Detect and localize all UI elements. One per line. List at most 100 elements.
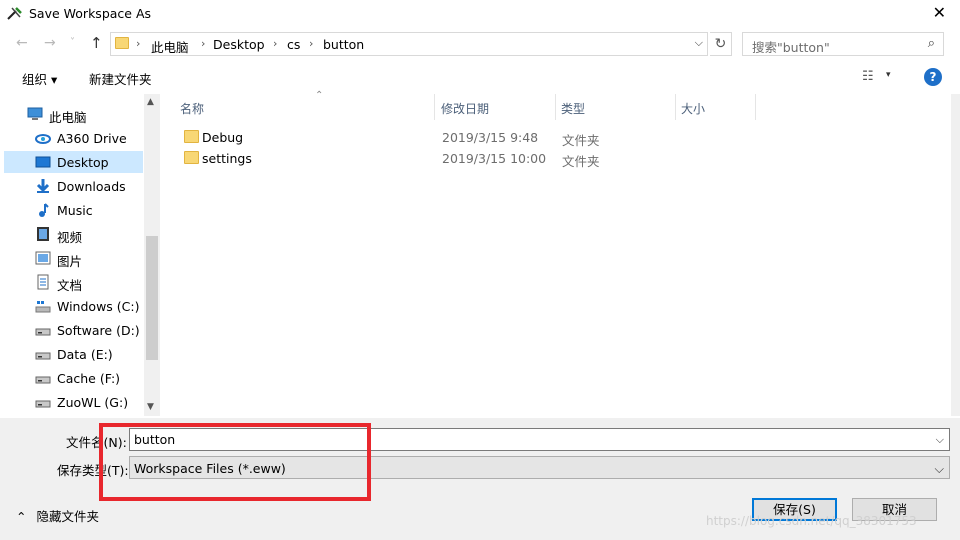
nav-item-desktop[interactable]: Desktop <box>4 151 143 173</box>
chevron-right-icon: › <box>309 37 314 50</box>
nav-item-drive-c[interactable]: Windows (C:) <box>4 295 143 317</box>
nav-item-documents[interactable]: 文档 <box>4 271 143 293</box>
windows-drive-icon <box>35 301 51 313</box>
nav-item-this-pc[interactable]: 此电脑 <box>4 103 143 125</box>
column-header-type[interactable]: 类型 <box>556 94 676 120</box>
drive-icon <box>35 376 51 384</box>
file-name: settings <box>202 151 252 166</box>
new-folder-button[interactable]: 新建文件夹 <box>89 69 152 88</box>
annotation-highlight-box <box>99 423 371 501</box>
chevron-up-icon: ⌃ <box>16 509 27 524</box>
desktop-icon <box>35 156 51 168</box>
column-label: 大小 <box>681 102 706 116</box>
forward-button[interactable]: → <box>44 35 56 51</box>
organize-menu[interactable]: 组织 ▾ <box>22 69 57 88</box>
view-options-icon[interactable]: ☷ <box>862 69 874 84</box>
nav-label: A360 Drive <box>57 131 127 146</box>
app-icon <box>7 7 22 20</box>
nav-item-music[interactable]: Music <box>4 199 143 221</box>
navigation-pane: 此电脑 A360 Drive Desktop Downloads Music 视… <box>0 94 160 416</box>
scroll-down-icon[interactable]: ▼ <box>147 402 154 412</box>
drive-icon <box>35 352 51 360</box>
nav-item-a360-drive[interactable]: A360 Drive <box>4 127 143 149</box>
search-icon: ⌕ <box>927 36 935 51</box>
drive-icon <box>35 328 51 336</box>
recent-locations-dropdown[interactable]: ˅ <box>70 37 75 48</box>
up-button[interactable]: ↑ <box>90 34 103 52</box>
scroll-up-icon[interactable]: ▲ <box>147 97 154 107</box>
hide-folders-label: 隐藏文件夹 <box>36 509 99 524</box>
nav-item-drive-e[interactable]: Data (E:) <box>4 343 143 365</box>
nav-label: 此电脑 <box>49 110 87 125</box>
address-row: ← → ˅ ↑ › 此电脑 › Desktop › cs › button ⌵ … <box>0 30 960 58</box>
file-date: 2019/3/15 9:48 <box>442 130 539 145</box>
nav-item-drive-g[interactable]: ZuoWL (G:) <box>4 391 143 413</box>
nav-item-pictures[interactable]: 图片 <box>4 247 143 269</box>
file-type: 文件夹 <box>562 133 600 148</box>
nav-item-downloads[interactable]: Downloads <box>4 175 143 197</box>
nav-label: ZuoWL (G:) <box>57 395 129 410</box>
column-header-date[interactable]: 修改日期 <box>436 94 556 120</box>
back-button[interactable]: ← <box>16 35 28 51</box>
column-header-name[interactable]: 名称 ⌃ <box>175 90 435 120</box>
search-placeholder: 搜索"button" <box>752 40 830 55</box>
chevron-down-icon[interactable]: ⌵ <box>935 461 944 477</box>
command-toolbar: 组织 ▾ 新建文件夹 ☷ ▾ ? <box>0 62 960 92</box>
column-label: 修改日期 <box>441 102 490 116</box>
nav-label: 视频 <box>57 230 83 245</box>
nav-item-videos[interactable]: 视频 <box>4 223 143 245</box>
chevron-down-icon[interactable]: ⌵ <box>936 433 944 447</box>
chevron-right-icon: › <box>201 37 206 50</box>
window-title: Save Workspace As <box>29 6 152 21</box>
pictures-icon <box>35 251 51 265</box>
nav-label: Cache (F:) <box>57 371 121 386</box>
file-row[interactable]: Debug 2019/3/15 9:48 文件夹 <box>170 127 670 148</box>
nav-label: Software (D:) <box>57 323 140 338</box>
column-label: 名称 <box>180 102 205 116</box>
folder-icon <box>184 130 199 143</box>
breadcrumb-button[interactable]: button <box>323 37 364 52</box>
breadcrumb-desktop[interactable]: Desktop <box>213 37 265 52</box>
cloud-drive-icon <box>35 134 51 144</box>
folder-icon <box>115 37 129 49</box>
title-bar: Save Workspace As ✕ <box>0 0 960 28</box>
this-pc-icon <box>27 107 43 120</box>
refresh-button[interactable]: ↻ <box>710 32 732 56</box>
search-input[interactable]: 搜索"button" ⌕ <box>742 32 944 56</box>
file-type: 文件夹 <box>562 154 600 169</box>
sort-ascending-icon: ⌃ <box>315 90 324 101</box>
address-bar[interactable]: › 此电脑 › Desktop › cs › button ⌵ <box>110 32 708 56</box>
file-list-scrollbar[interactable] <box>951 94 960 416</box>
column-header-size[interactable]: 大小 <box>676 94 756 120</box>
breadcrumb-cs[interactable]: cs <box>287 37 300 52</box>
nav-label: 图片 <box>57 254 83 269</box>
nav-scrollbar[interactable]: ▲ ▼ <box>144 94 160 416</box>
video-icon <box>37 227 49 241</box>
close-button[interactable]: ✕ <box>933 4 946 22</box>
watermark: https://blog.csdn.net/qq_38301753 <box>706 514 917 528</box>
file-list: 名称 ⌃ 修改日期 类型 大小 Debug 2019/3/15 9:48 文件夹… <box>160 90 951 416</box>
hide-folders-toggle[interactable]: ⌃ 隐藏文件夹 <box>16 506 99 525</box>
nav-label: Data (E:) <box>57 347 113 362</box>
nav-label: 文档 <box>57 278 83 293</box>
drive-icon <box>35 400 51 408</box>
help-icon[interactable]: ? <box>924 68 942 86</box>
file-name: Debug <box>202 130 244 145</box>
nav-label: Desktop <box>57 155 109 170</box>
downloads-icon <box>36 179 50 193</box>
chevron-right-icon: › <box>136 37 141 50</box>
breadcrumb-this-pc[interactable]: 此电脑 <box>151 37 189 56</box>
file-date: 2019/3/15 10:00 <box>442 151 547 166</box>
file-row[interactable]: settings 2019/3/15 10:00 文件夹 <box>170 148 670 169</box>
view-dropdown-icon[interactable]: ▾ <box>886 70 891 80</box>
nav-label: Windows (C:) <box>57 299 140 314</box>
scroll-thumb[interactable] <box>146 236 158 360</box>
nav-label: Music <box>57 203 93 218</box>
chevron-right-icon: › <box>273 37 278 50</box>
nav-item-drive-f[interactable]: Cache (F:) <box>4 367 143 389</box>
nav-label: Downloads <box>57 179 126 194</box>
music-icon <box>39 203 49 217</box>
chevron-down-icon[interactable]: ⌵ <box>695 36 703 50</box>
nav-item-drive-d[interactable]: Software (D:) <box>4 319 143 341</box>
column-label: 类型 <box>561 102 586 116</box>
